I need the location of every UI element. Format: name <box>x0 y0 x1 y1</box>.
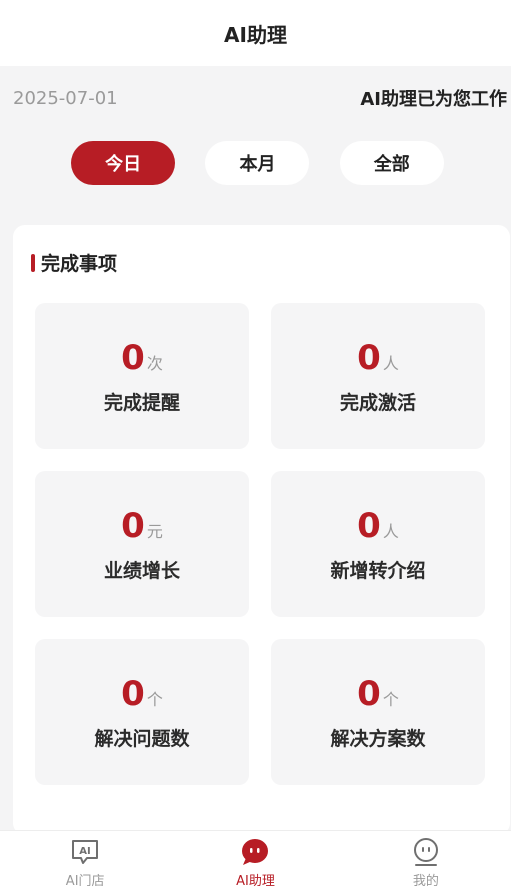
period-tabs: 今日 本月 全部 <box>0 130 511 196</box>
svg-text:AI: AI <box>79 846 90 857</box>
stat-label: 解决方案数 <box>330 727 426 750</box>
stat-solutions: 0 个 解决方案数 <box>271 639 485 785</box>
tab-all[interactable]: 全部 <box>339 141 444 185</box>
section-title: 完成事项 <box>41 253 118 275</box>
stat-value: 0 <box>357 673 381 714</box>
stat-unit: 个 <box>382 689 399 709</box>
stat-problems-solved: 0 个 解决问题数 <box>35 639 249 785</box>
page-title: AI助理 <box>224 22 287 47</box>
nav-label: AI门店 <box>65 873 105 889</box>
assistant-status-text: AI助理已为您工作 <box>360 89 507 110</box>
nav-ai-assistant[interactable]: AI助理 <box>170 831 340 894</box>
stat-label: 业绩增长 <box>103 559 180 582</box>
date-label: 2025-07-01 <box>13 87 118 109</box>
section-header: 完成事项 <box>31 249 117 276</box>
stat-value: 0 <box>357 337 381 378</box>
section-accent-bar <box>31 253 35 272</box>
stat-activations: 0 人 完成激活 <box>271 303 485 449</box>
stat-new-referrals: 0 人 新增转介绍 <box>271 471 485 617</box>
nav-label: 我的 <box>412 873 439 889</box>
nav-mine[interactable]: 我的 <box>341 831 511 894</box>
stat-value: 0 <box>121 337 145 378</box>
stat-revenue-growth: 0 元 业绩增长 <box>35 471 249 617</box>
stat-value: 0 <box>357 505 381 546</box>
bottom-nav: AI AI门店 AI助理 我的 <box>0 830 511 894</box>
stat-label: 解决问题数 <box>94 727 190 750</box>
nav-label: AI助理 <box>236 873 275 889</box>
stat-label: 新增转介绍 <box>330 559 426 582</box>
completed-items-card: 完成事项 0 次 完成提醒 0 人 完成激活 0 元 业绩增长 0 人 新增转介… <box>13 225 510 835</box>
tab-this-month[interactable]: 本月 <box>205 141 310 185</box>
stat-unit: 次 <box>146 353 163 373</box>
stat-unit: 人 <box>382 353 399 373</box>
stat-value: 0 <box>121 673 145 714</box>
ai-chat-icon: AI <box>70 837 100 867</box>
stat-reminders: 0 次 完成提醒 <box>35 303 249 449</box>
info-row: 2025-07-01 AI助理已为您工作 <box>0 66 511 130</box>
stat-label: 完成提醒 <box>103 391 180 414</box>
stat-value: 0 <box>121 505 145 546</box>
stat-unit: 元 <box>146 521 163 541</box>
tab-today[interactable]: 今日 <box>71 141 176 185</box>
stat-unit: 个 <box>146 689 163 709</box>
stat-unit: 人 <box>382 521 399 541</box>
stat-label: 完成激活 <box>339 391 416 414</box>
nav-ai-store[interactable]: AI AI门店 <box>0 831 170 894</box>
app-header: AI助理 <box>0 0 511 66</box>
assistant-bubble-icon <box>240 837 270 867</box>
profile-face-icon <box>411 837 441 867</box>
